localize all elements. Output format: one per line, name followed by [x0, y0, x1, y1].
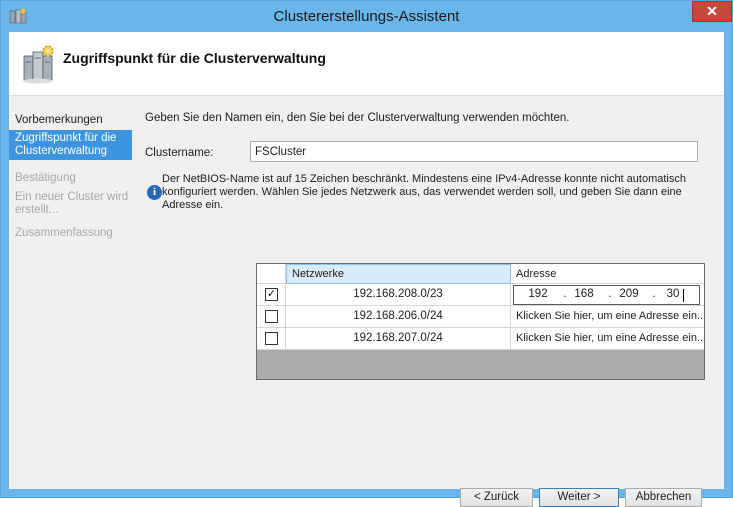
- ip-octet[interactable]: 168: [572, 288, 596, 300]
- grid-header: Netzwerke Adresse: [257, 264, 704, 284]
- address-cell[interactable]: Klicken Sie hier, um eine Adresse ein...: [511, 306, 704, 327]
- window-title: Clustererstellungs-Assistent: [273, 8, 460, 25]
- wizard-steps-nav: Vorbemerkungen Zugriffspunkt für die Clu…: [9, 96, 132, 489]
- ip-octet[interactable]: 192: [526, 288, 550, 300]
- text-caret: [683, 289, 684, 302]
- nav-step-bestaetigung: Bestätigung: [15, 172, 76, 184]
- address-cell[interactable]: Klicken Sie hier, um eine Adresse ein...: [511, 328, 704, 349]
- network-checkbox[interactable]: [265, 310, 278, 323]
- info-text: Der NetBIOS-Name ist auf 15 Zeichen besc…: [162, 173, 686, 211]
- close-button[interactable]: ✕: [692, 1, 732, 22]
- nav-step-vorbemerkungen[interactable]: Vorbemerkungen: [9, 113, 132, 128]
- cluster-name-label: Clustername:: [145, 147, 214, 159]
- select-cell: [257, 328, 286, 349]
- page-title: Zugriffspunkt für die Clusterverwaltung: [63, 50, 326, 66]
- network-grid: Netzwerke Adresse ✓ 192.168.208.0/23 192…: [256, 263, 705, 380]
- network-row: ✓ 192.168.208.0/23 192 . 168 . 209 . 30: [257, 284, 704, 306]
- wizard-window: Clustererstellungs-Assistent ✕ Zugriffsp…: [0, 0, 733, 507]
- ip-octet[interactable]: 209: [617, 288, 641, 300]
- wizard-header: Zugriffspunkt für die Clusterverwaltung: [9, 32, 724, 96]
- network-cell: 192.168.206.0/24: [286, 306, 511, 327]
- network-checkbox[interactable]: [265, 332, 278, 345]
- column-header-networks[interactable]: Netzwerke: [286, 264, 511, 284]
- ip-octet[interactable]: 30: [661, 288, 685, 300]
- network-cell: 192.168.208.0/23: [286, 284, 511, 305]
- select-cell: [257, 306, 286, 327]
- cluster-name-input[interactable]: [250, 141, 698, 162]
- ip-dot: .: [652, 288, 656, 300]
- select-cell: ✓: [257, 284, 286, 305]
- title-bar[interactable]: Clustererstellungs-Assistent ✕: [1, 1, 732, 32]
- network-cell: 192.168.207.0/24: [286, 328, 511, 349]
- network-row: 192.168.207.0/24 Klicken Sie hier, um ei…: [257, 328, 704, 350]
- network-checkbox[interactable]: ✓: [265, 288, 278, 301]
- cluster-servers-icon: [23, 45, 54, 84]
- network-row: 192.168.206.0/24 Klicken Sie hier, um ei…: [257, 306, 704, 328]
- nav-step-cluster-wird-erstellt: Ein neuer Cluster wird erstellt...: [15, 191, 129, 216]
- nav-step-zusammenfassung: Zusammenfassung: [15, 227, 113, 239]
- ip-dot: .: [608, 288, 612, 300]
- intro-text: Geben Sie den Namen ein, den Sie bei der…: [145, 112, 570, 124]
- ip-address-input[interactable]: 192 . 168 . 209 . 30: [513, 285, 700, 305]
- column-header-address[interactable]: Adresse: [511, 264, 704, 284]
- nav-step-zugriffspunkt[interactable]: Zugriffspunkt für die Clusterverwaltung: [9, 130, 132, 160]
- column-header-select: [257, 264, 286, 284]
- ip-dot: .: [563, 288, 567, 300]
- wizard-client-area: Zugriffspunkt für die Clusterverwaltung …: [9, 32, 724, 507]
- info-icon: i: [147, 185, 162, 200]
- wizard-main-panel: Geben Sie den Namen ein, den Sie bei der…: [132, 96, 724, 507]
